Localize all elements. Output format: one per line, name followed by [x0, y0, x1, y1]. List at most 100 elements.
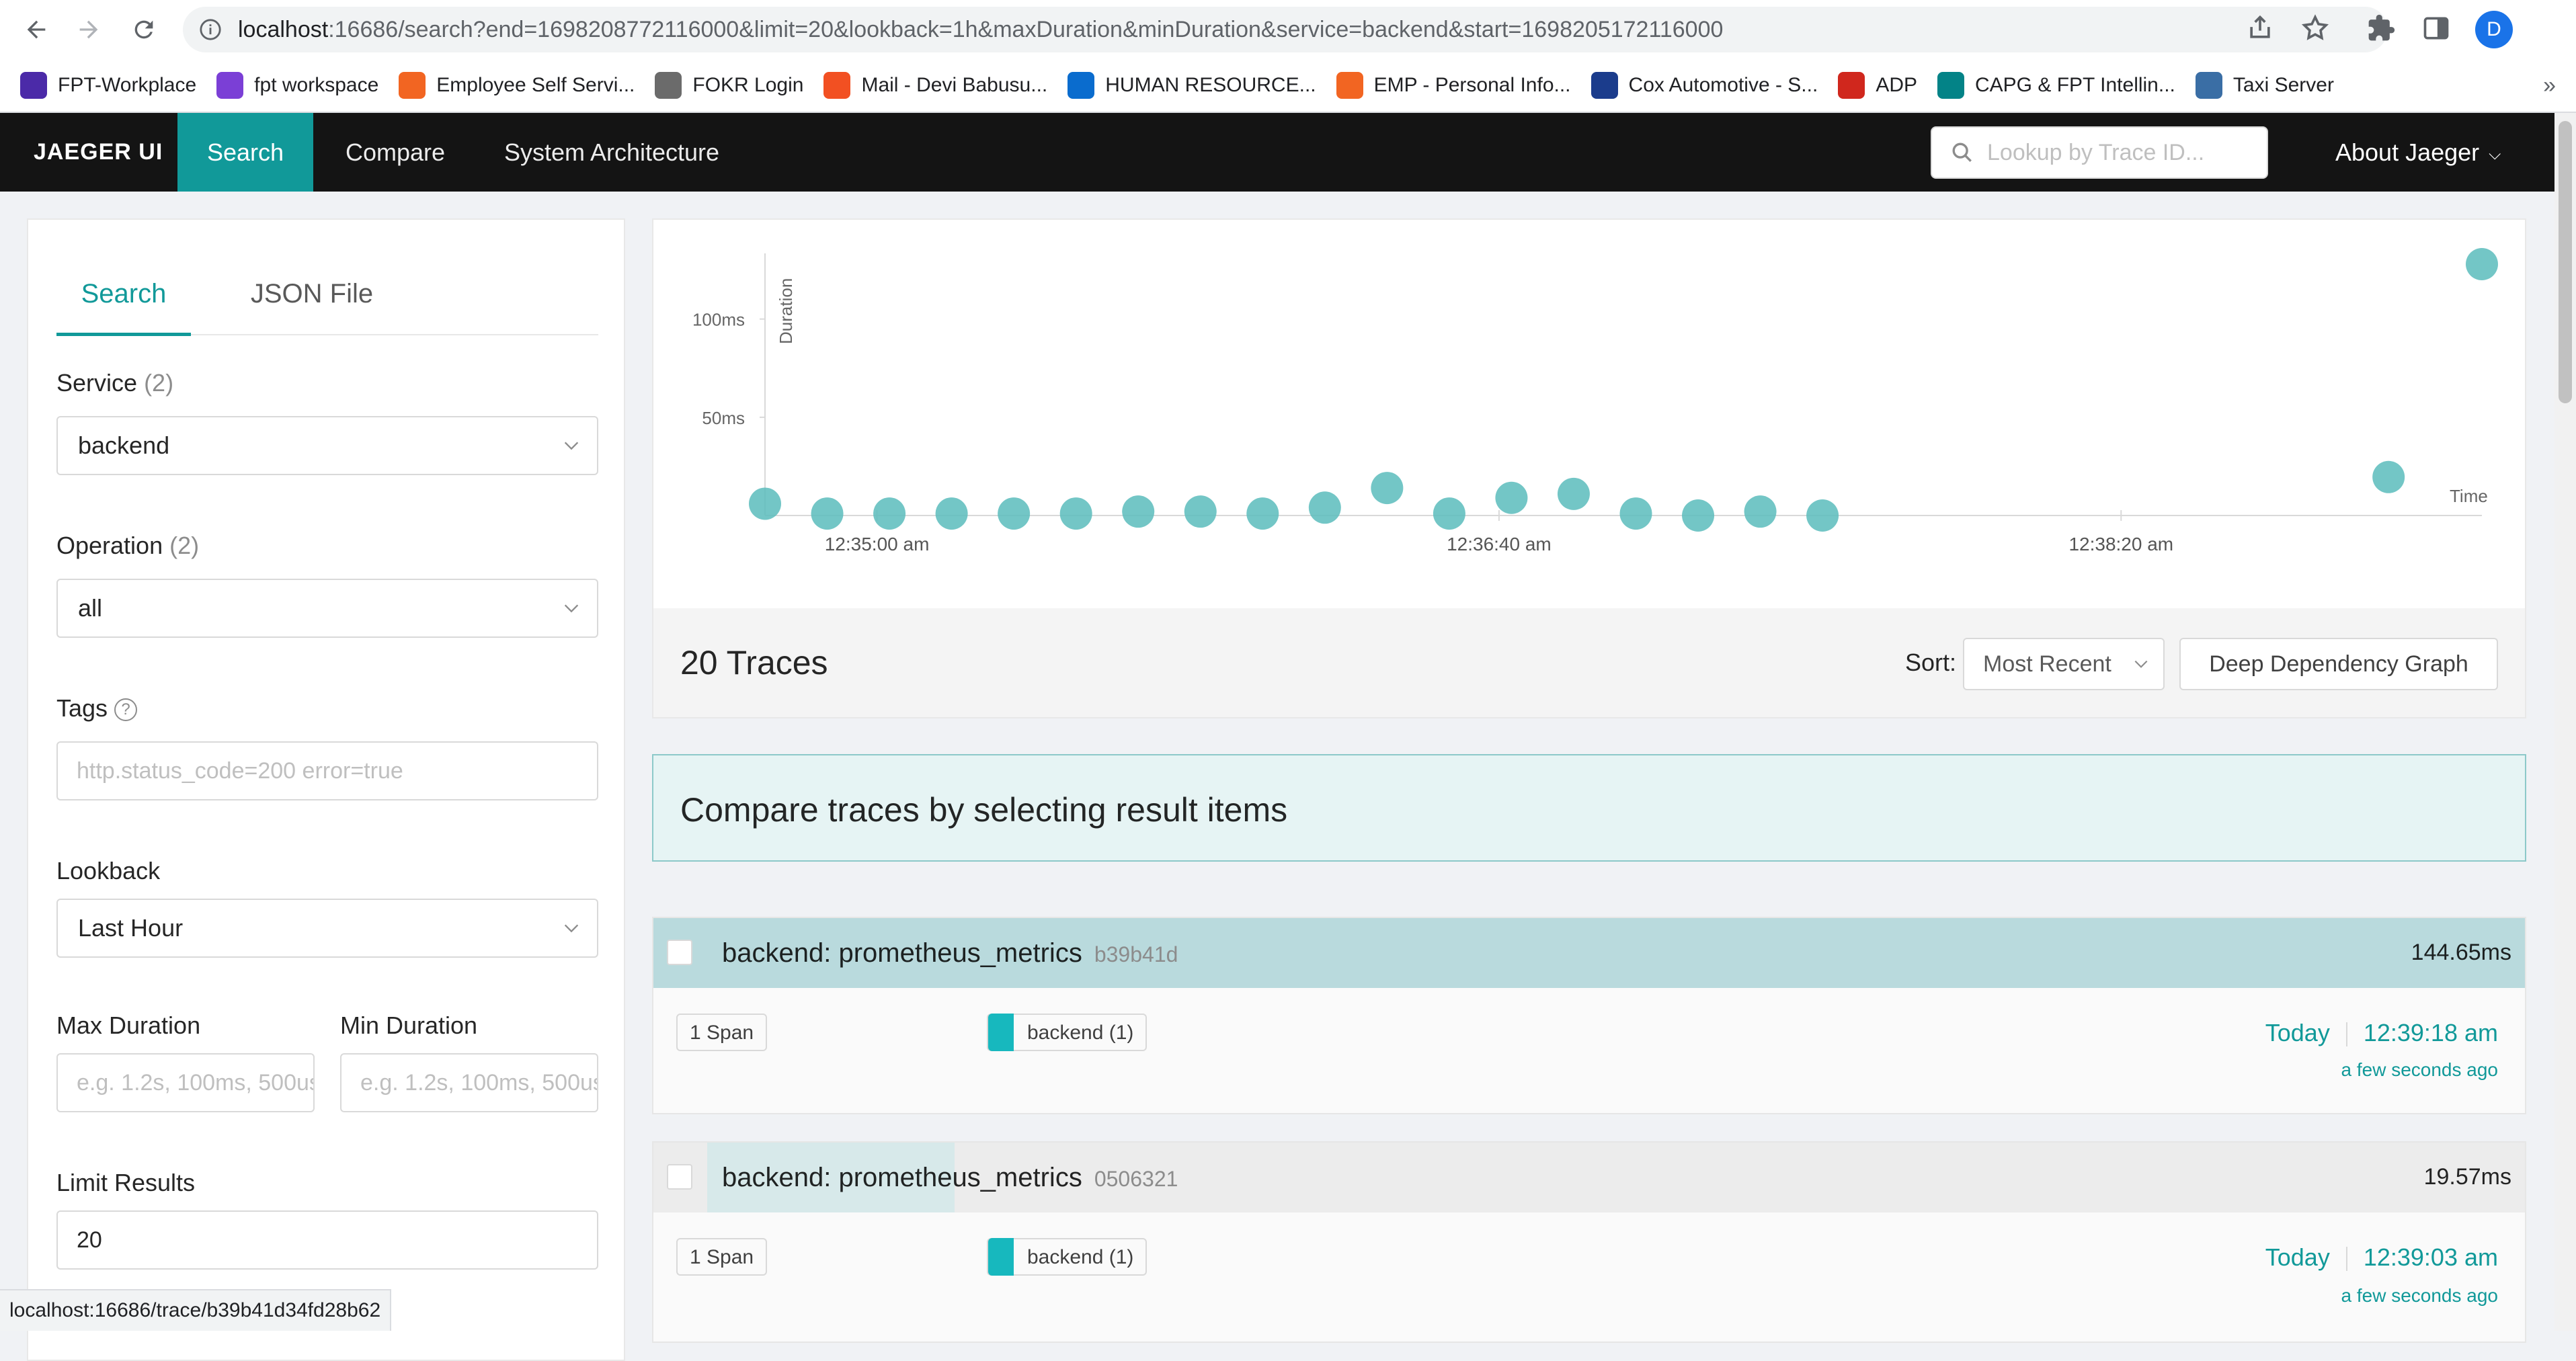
deep-dependency-graph-button[interactable]: Deep Dependency Graph	[2179, 638, 2498, 690]
trace-point[interactable]	[1122, 495, 1155, 528]
bookmark-item[interactable]: FPT-Workplace	[20, 72, 196, 99]
bookmark-item[interactable]: fpt workspace	[216, 72, 378, 99]
forward-button[interactable]	[73, 13, 105, 46]
tab-search[interactable]: Search	[56, 260, 191, 336]
trace-point[interactable]	[2372, 460, 2405, 493]
nav-system-architecture[interactable]: System Architecture	[484, 113, 739, 192]
bookmarks-bar: FPT-Workplace fpt workspace Employee Self …	[0, 59, 2576, 113]
service-tag-label: backend (1)	[1027, 1246, 1134, 1268]
profile-avatar[interactable]: D	[2475, 11, 2513, 48]
trace-select-checkbox[interactable]	[667, 940, 692, 965]
jaeger-brand[interactable]: JAEGER UI	[34, 113, 163, 192]
trace-id: b39b41d	[1094, 942, 1178, 966]
bookmarks-more-button[interactable]: »	[2543, 73, 2556, 99]
y-axis-label: Duration	[776, 278, 796, 344]
trace-point[interactable]	[1557, 477, 1590, 510]
bookmark-item[interactable]: HUMAN RESOURCE...	[1068, 72, 1316, 99]
bookmark-label: FOKR Login	[692, 74, 804, 96]
bookmark-item[interactable]: Cox Automotive - S...	[1591, 72, 1818, 99]
trace-point[interactable]	[998, 497, 1031, 530]
nav-compare[interactable]: Compare	[313, 113, 477, 192]
trace-title[interactable]: backend: prometheus_metrics b39b41d	[722, 938, 1178, 968]
operation-value: all	[78, 594, 103, 622]
trace-point[interactable]	[1744, 495, 1777, 528]
trace-point[interactable]	[811, 497, 844, 530]
trace-point[interactable]	[1433, 497, 1465, 530]
service-value: backend	[78, 431, 170, 459]
trace-point[interactable]	[1246, 497, 1279, 530]
bookmark-item[interactable]: Taxi Server	[2195, 72, 2334, 99]
nav-search[interactable]: Search	[177, 113, 313, 192]
service-select[interactable]: backend	[56, 416, 598, 475]
about-jaeger-menu[interactable]: About Jaeger ⌵	[2335, 113, 2501, 192]
trace-title-row[interactable]: backend: prometheus_metrics 0506321 19.57…	[653, 1143, 2525, 1212]
trace-scatter-plot: Duration Time 50ms 100ms 12:35:00 am 12:36:40…	[652, 218, 2526, 610]
bookmark-label: ADP	[1876, 74, 1917, 96]
bookmark-item[interactable]: EMP - Personal Info...	[1336, 72, 1571, 99]
service-color-swatch	[988, 1014, 1014, 1051]
reload-button[interactable]	[128, 13, 160, 46]
trace-result-item[interactable]: backend: prometheus_metrics 0506321 19.57…	[652, 1141, 2526, 1343]
trace-point[interactable]	[1184, 495, 1217, 528]
back-button[interactable]	[20, 13, 52, 46]
bookmark-item[interactable]: Employee Self Servi...	[399, 72, 635, 99]
trace-id-input[interactable]	[1986, 138, 2257, 167]
tags-input[interactable]: http.status_code=200 error=true	[56, 741, 598, 800]
traces-count: 20 Traces	[680, 644, 828, 682]
trace-point[interactable]	[1682, 499, 1715, 532]
trace-point[interactable]	[1059, 497, 1092, 530]
min-duration-label: Min Duration	[340, 1012, 478, 1039]
max-duration-input[interactable]: e.g. 1.2s, 100ms, 500us	[56, 1053, 315, 1112]
bookmark-label: Mail - Devi Babusu...	[861, 74, 1048, 96]
help-icon[interactable]: ?	[114, 698, 138, 722]
address-bar[interactable]: localhost:16686/search?end=1698208772116…	[183, 7, 2388, 52]
bookmark-item[interactable]: CAPG & FPT Intellin...	[1937, 72, 2175, 99]
trace-point[interactable]	[873, 497, 906, 530]
trace-point[interactable]	[1495, 481, 1528, 514]
workplace-icon	[20, 72, 47, 99]
lookback-select[interactable]: Last Hour	[56, 899, 598, 958]
results-header: 20 Traces Sort: Most Recent Deep Depende…	[652, 608, 2526, 718]
trace-point[interactable]	[935, 497, 968, 530]
trace-point[interactable]	[2466, 248, 2498, 280]
y-tick-label: 50ms	[702, 408, 745, 428]
globe-icon	[655, 72, 682, 99]
divider	[2345, 1247, 2347, 1272]
bookmark-label: EMP - Personal Info...	[1373, 74, 1571, 96]
trace-point[interactable]	[1806, 499, 1839, 532]
x-axis-label: Time	[2450, 486, 2488, 506]
trace-point[interactable]	[749, 487, 781, 520]
scrollbar-thumb[interactable]	[2559, 121, 2572, 403]
trace-relative-time: a few seconds ago	[2341, 1285, 2499, 1306]
trace-name: backend: prometheus_metrics	[722, 1163, 1082, 1192]
min-duration-input[interactable]: e.g. 1.2s, 100ms, 500us	[340, 1053, 598, 1112]
trace-select-checkbox[interactable]	[667, 1164, 692, 1190]
side-panel-button[interactable]	[2421, 13, 2454, 46]
share-button[interactable]	[2245, 13, 2278, 46]
trace-id-lookup[interactable]	[1931, 126, 2268, 179]
bookmark-star-button[interactable]	[2300, 13, 2333, 46]
operation-select[interactable]: all	[56, 579, 598, 638]
trace-point[interactable]	[1619, 497, 1652, 530]
trace-title[interactable]: backend: prometheus_metrics 0506321	[722, 1163, 1178, 1193]
trace-duration: 144.65ms	[2411, 940, 2511, 965]
bookmark-item[interactable]: Mail - Devi Babusu...	[823, 72, 1047, 99]
info-icon[interactable]	[199, 18, 222, 41]
trace-title-row[interactable]: backend: prometheus_metrics b39b41d 144.6…	[653, 918, 2525, 988]
extensions-button[interactable]	[2366, 13, 2399, 46]
trace-result-item[interactable]: backend: prometheus_metrics b39b41d 144.6…	[652, 917, 2526, 1114]
trace-point[interactable]	[1371, 472, 1404, 505]
bookmark-item[interactable]: ADP	[1838, 72, 1917, 99]
trace-point[interactable]	[1308, 491, 1341, 524]
sort-select[interactable]: Most Recent	[1963, 638, 2165, 690]
service-tag-label: backend (1)	[1027, 1022, 1134, 1044]
tab-json-file[interactable]: JSON File	[238, 260, 386, 333]
sharepoint-icon	[1937, 72, 1964, 99]
bookmark-item[interactable]: FOKR Login	[655, 72, 803, 99]
arrow-left-icon	[27, 20, 46, 39]
tags-label: Tags?	[56, 694, 138, 723]
search-form-tabs: Search JSON File	[56, 260, 598, 336]
page-scrollbar[interactable]	[2554, 113, 2576, 1331]
limit-results-input[interactable]: 20	[56, 1210, 598, 1270]
x-tick-label: 12:38:20 am	[2068, 534, 2173, 554]
